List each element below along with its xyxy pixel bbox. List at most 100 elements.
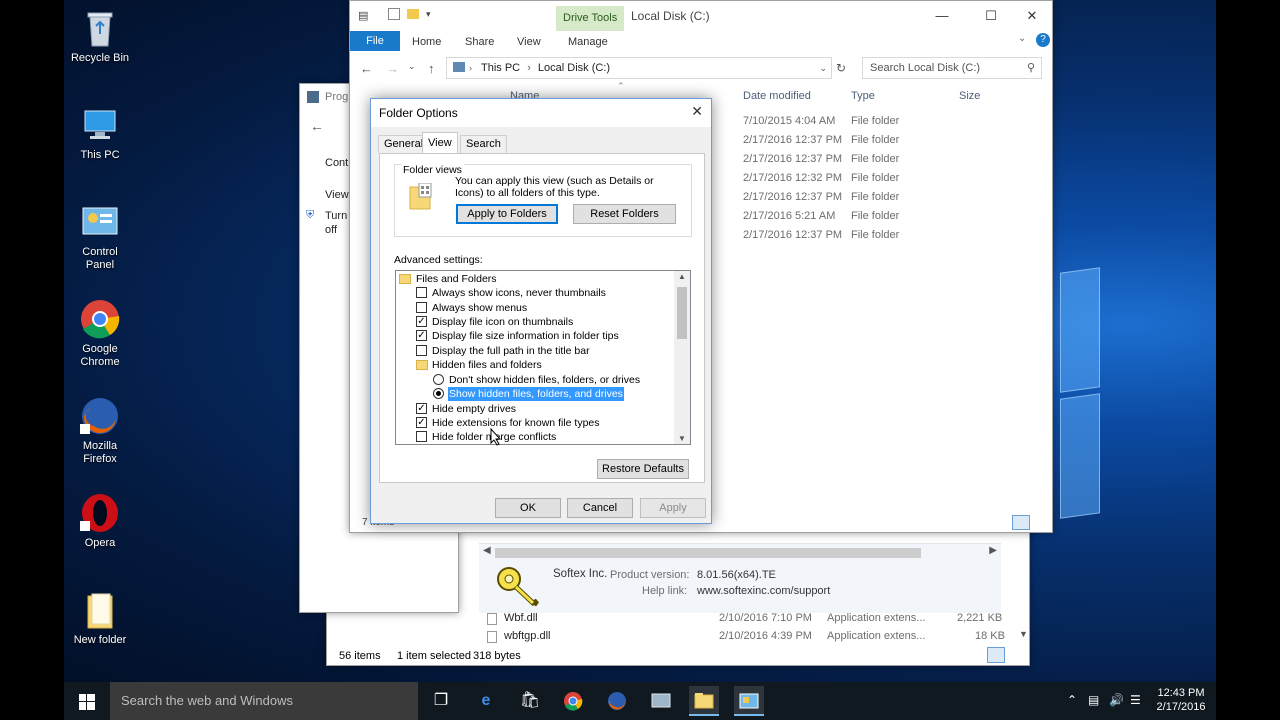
- folder-options-dialog[interactable]: Folder Options ✕ General View Search Fol…: [370, 98, 712, 524]
- column-header-size[interactable]: Size: [959, 90, 980, 102]
- edge-icon[interactable]: e: [471, 686, 501, 716]
- forward-arrow-icon[interactable]: →: [386, 61, 399, 76]
- clock[interactable]: 12:43 PM 2/17/2016: [1148, 682, 1214, 720]
- desktop-icon-firefox[interactable]: Mozilla Firefox: [66, 396, 134, 466]
- apply-to-folders-button[interactable]: Apply to Folders: [456, 204, 558, 224]
- tab-file[interactable]: File: [350, 31, 400, 51]
- task-view-icon[interactable]: ❐: [426, 686, 456, 716]
- close-icon[interactable]: ✕: [691, 103, 703, 120]
- action-center-icon[interactable]: ☰: [1130, 693, 1141, 720]
- checkbox-checked[interactable]: ✓: [416, 316, 427, 327]
- expand-ribbon-icon[interactable]: ⌄: [1018, 33, 1026, 44]
- desktop-icon-new-folder[interactable]: New folder: [66, 590, 134, 647]
- radio-button-selected[interactable]: [433, 388, 444, 399]
- file-row[interactable]: wbftgp.dll 2/10/2016 4:39 PM Application…: [487, 627, 1017, 646]
- scroll-down-icon[interactable]: ▼: [678, 434, 686, 443]
- show-hidden-icons-chevron-icon[interactable]: ⌃: [1067, 693, 1077, 720]
- folder-row[interactable]: 2/17/2016 5:21 AM File folder: [743, 207, 943, 226]
- taskbar-search-input[interactable]: Search the web and Windows: [110, 682, 418, 720]
- help-link-value[interactable]: www.softexinc.com/support: [697, 585, 830, 597]
- folder-row[interactable]: 2/17/2016 12:37 PM File folder: [743, 131, 943, 150]
- control-panel-turn-link[interactable]: Turn: [325, 210, 347, 222]
- folder-row[interactable]: 7/10/2015 4:04 AM File folder: [743, 112, 943, 131]
- checkbox-checked[interactable]: ✓: [416, 330, 427, 341]
- checkbox-checked[interactable]: ✓: [416, 403, 427, 414]
- apply-button[interactable]: Apply: [640, 498, 706, 518]
- windows-start-icon[interactable]: [79, 694, 95, 713]
- network-icon[interactable]: ▤: [1088, 693, 1099, 720]
- checkbox[interactable]: [416, 287, 427, 298]
- help-icon[interactable]: ?: [1036, 33, 1050, 47]
- large-icons-view-icon[interactable]: [1033, 515, 1051, 530]
- scroll-down-icon[interactable]: ▼: [1019, 629, 1028, 639]
- address-dropdown-icon[interactable]: ⌄: [819, 58, 827, 78]
- checkbox[interactable]: [416, 431, 427, 442]
- customize-toolbar-icon[interactable]: ▾: [426, 9, 431, 20]
- back-arrow-icon[interactable]: ←: [360, 61, 373, 76]
- reset-folders-button[interactable]: Reset Folders: [573, 204, 676, 224]
- title-bar[interactable]: ▤ ▾ Local Disk (C:) — ☐ ✕: [350, 1, 1052, 31]
- breadcrumb-this-pc[interactable]: This PC: [481, 62, 520, 74]
- volume-icon[interactable]: 🔊: [1109, 693, 1124, 720]
- tab-view[interactable]: View: [511, 33, 547, 51]
- tab-home[interactable]: Home: [406, 33, 447, 51]
- file-row[interactable]: Wbf.dll 2/10/2016 7:10 PM Application ex…: [487, 609, 1017, 628]
- recent-locations-icon[interactable]: ⌄: [408, 61, 416, 72]
- maximize-icon[interactable]: ☐: [968, 1, 1014, 31]
- folder-row[interactable]: 2/17/2016 12:32 PM File folder: [743, 169, 943, 188]
- scroll-right-icon[interactable]: ▶: [989, 545, 997, 556]
- file-explorer-taskbar-icon[interactable]: [689, 686, 719, 716]
- details-view-icon[interactable]: [1012, 515, 1030, 530]
- dialog-title-bar[interactable]: Folder Options ✕: [371, 99, 711, 127]
- quick-access-toolbar-icon[interactable]: ▤: [358, 9, 368, 22]
- chrome-taskbar-icon[interactable]: [558, 686, 588, 716]
- scroll-thumb[interactable]: [495, 548, 921, 558]
- close-icon[interactable]: ✕: [1009, 1, 1055, 31]
- control-panel-taskbar-icon[interactable]: [646, 686, 676, 716]
- folder-row[interactable]: 2/17/2016 12:37 PM File folder: [743, 226, 943, 245]
- checkbox[interactable]: [416, 345, 427, 356]
- up-arrow-icon[interactable]: ↑: [428, 61, 435, 76]
- details-view-icon[interactable]: [987, 647, 1005, 663]
- windows-logo-wallpaper: [1060, 250, 1220, 680]
- column-header-type[interactable]: Type: [851, 90, 875, 102]
- address-field[interactable]: › This PC › Local Disk (C:) ⌄: [446, 57, 832, 79]
- minimize-icon[interactable]: —: [919, 1, 965, 31]
- properties-icon[interactable]: [388, 8, 400, 20]
- scroll-left-icon[interactable]: ◀: [483, 545, 491, 556]
- radio-button[interactable]: [433, 374, 444, 385]
- new-folder-icon[interactable]: [407, 9, 419, 19]
- folder-row[interactable]: 2/17/2016 12:37 PM File folder: [743, 188, 943, 207]
- scroll-thumb[interactable]: [677, 287, 687, 339]
- search-input[interactable]: Search Local Disk (C:) ⚲: [862, 57, 1042, 79]
- tab-search[interactable]: Search: [460, 135, 507, 153]
- horizontal-scrollbar[interactable]: ◀ ▶: [479, 545, 1001, 561]
- advanced-settings-tree[interactable]: Files and Folders Always show icons, nev…: [395, 270, 691, 445]
- store-icon[interactable]: 🛍: [515, 686, 545, 716]
- tab-view[interactable]: View: [422, 132, 458, 154]
- scroll-up-icon[interactable]: ▲: [678, 272, 686, 281]
- large-icons-view-icon[interactable]: [1009, 647, 1027, 663]
- folder-options-taskbar-icon[interactable]: [734, 686, 764, 716]
- desktop-icon-opera[interactable]: Opera: [66, 493, 134, 550]
- refresh-icon[interactable]: ↻: [836, 61, 846, 75]
- desktop-icon-recycle-bin[interactable]: Recycle Bin: [66, 8, 134, 65]
- desktop-icon-chrome[interactable]: Google Chrome: [66, 299, 134, 369]
- checkbox-checked[interactable]: ✓: [416, 417, 427, 428]
- restore-defaults-button[interactable]: Restore Defaults: [597, 459, 689, 479]
- cancel-button[interactable]: Cancel: [567, 498, 633, 518]
- tab-share[interactable]: Share: [459, 33, 500, 51]
- tab-manage[interactable]: Manage: [562, 33, 614, 51]
- folder-row[interactable]: 2/17/2016 12:37 PM File folder: [743, 150, 943, 169]
- control-panel-view-link[interactable]: View: [325, 189, 349, 201]
- column-header-date[interactable]: Date modified: [743, 90, 811, 102]
- ok-button[interactable]: OK: [495, 498, 561, 518]
- firefox-taskbar-icon[interactable]: [602, 686, 632, 716]
- desktop-icon-control-panel[interactable]: Control Panel: [66, 202, 134, 272]
- back-arrow-icon[interactable]: ←: [310, 118, 324, 134]
- checkbox[interactable]: [416, 302, 427, 313]
- breadcrumb-local-disk[interactable]: Local Disk (C:): [538, 62, 610, 74]
- control-panel-home-link[interactable]: Cont: [325, 157, 348, 169]
- desktop-icon-this-pc[interactable]: This PC: [66, 105, 134, 162]
- tree-scrollbar[interactable]: ▲ ▼: [674, 271, 690, 444]
